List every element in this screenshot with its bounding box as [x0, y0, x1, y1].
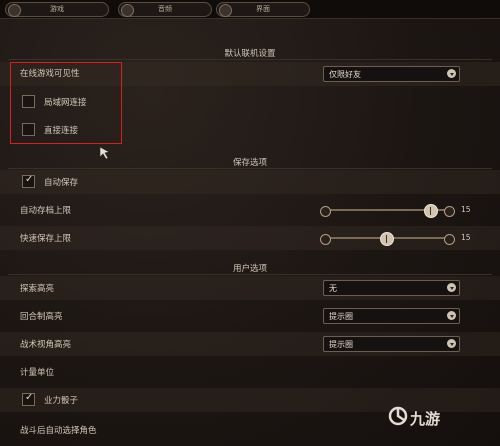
- autosave-limit-slider[interactable]: [320, 203, 455, 218]
- tab-audio-label: 音频: [158, 5, 172, 13]
- autosave-limit-value: 15: [461, 205, 471, 214]
- row-autosave: ✓ 自动保存: [0, 170, 500, 194]
- online-visibility-dropdown[interactable]: 仅限好友: [323, 66, 460, 82]
- divider: [8, 168, 492, 169]
- turn-highlight-dropdown[interactable]: 提示圈: [323, 308, 460, 324]
- turn-highlight-label: 回合制高亮: [20, 312, 63, 322]
- autosave-limit-label: 自动存档上限: [20, 206, 72, 216]
- online-visibility-value: 仅限好友: [329, 70, 361, 79]
- chevron-down-icon: [447, 339, 456, 348]
- watermark-text: 九游: [410, 410, 441, 428]
- section-title-save: 保存选项: [232, 158, 267, 168]
- turn-highlight-value: 提示圈: [329, 312, 353, 321]
- tab-audio[interactable]: 音频: [118, 2, 212, 17]
- top-tab-bar: 游戏 音频 界面: [0, 0, 500, 19]
- tab-interface-label: 界面: [256, 5, 270, 13]
- check-icon: ✓: [25, 392, 34, 403]
- section-title-online: 默认联机设置: [224, 49, 276, 59]
- jiuyou-logo-icon: [388, 406, 408, 426]
- tab-game-label: 游戏: [50, 5, 64, 13]
- explore-highlight-label: 探索高亮: [20, 284, 55, 294]
- row-explore-highlight: 探索高亮 无: [0, 276, 500, 300]
- divider: [8, 274, 492, 275]
- check-icon: ✓: [25, 174, 34, 185]
- slider-end-ornament: [320, 234, 331, 245]
- slider-end-ornament: [444, 206, 455, 217]
- tab-interface[interactable]: 界面: [216, 2, 310, 17]
- section-title-user: 用户选项: [232, 264, 267, 274]
- tactical-highlight-label: 战术视角高亮: [20, 340, 72, 350]
- row-quicksave-limit: 快速保存上限 15: [0, 226, 500, 250]
- autosave-checkbox[interactable]: ✓: [22, 174, 35, 188]
- autosave-label: 自动保存: [44, 178, 79, 188]
- tactical-highlight-value: 提示圈: [329, 340, 353, 349]
- chevron-down-icon: [447, 283, 456, 292]
- row-turn-highlight: 回合制高亮 提示圈: [0, 304, 500, 328]
- cut-off-label: 战斗后自动选择角色: [20, 426, 97, 436]
- chevron-down-icon: [447, 311, 456, 320]
- slider-handle[interactable]: [424, 204, 439, 218]
- explore-highlight-value: 无: [329, 284, 337, 293]
- slider-end-ornament: [444, 234, 455, 245]
- highlight-box: [10, 62, 122, 144]
- karmic-dice-label: 业力骰子: [44, 396, 79, 406]
- speaker-icon: [121, 4, 134, 17]
- divider: [8, 59, 492, 60]
- gamepad-icon: [8, 4, 21, 17]
- slider-handle[interactable]: [379, 232, 394, 246]
- chevron-down-icon: [447, 69, 456, 78]
- quicksave-limit-slider[interactable]: [320, 231, 455, 246]
- karmic-dice-checkbox[interactable]: ✓: [22, 392, 35, 406]
- quicksave-limit-value: 15: [461, 233, 471, 242]
- tab-game[interactable]: 游戏: [5, 2, 109, 17]
- row-units: 计量单位: [0, 360, 500, 384]
- quicksave-limit-label: 快速保存上限: [20, 234, 72, 244]
- units-label: 计量单位: [20, 368, 55, 378]
- row-autosave-limit: 自动存档上限 15: [0, 198, 500, 222]
- explore-highlight-dropdown[interactable]: 无: [323, 280, 460, 296]
- monitor-icon: [219, 4, 232, 17]
- row-tactical-highlight: 战术视角高亮 提示圈: [0, 332, 500, 356]
- slider-end-ornament: [320, 206, 331, 217]
- tactical-highlight-dropdown[interactable]: 提示圈: [323, 336, 460, 352]
